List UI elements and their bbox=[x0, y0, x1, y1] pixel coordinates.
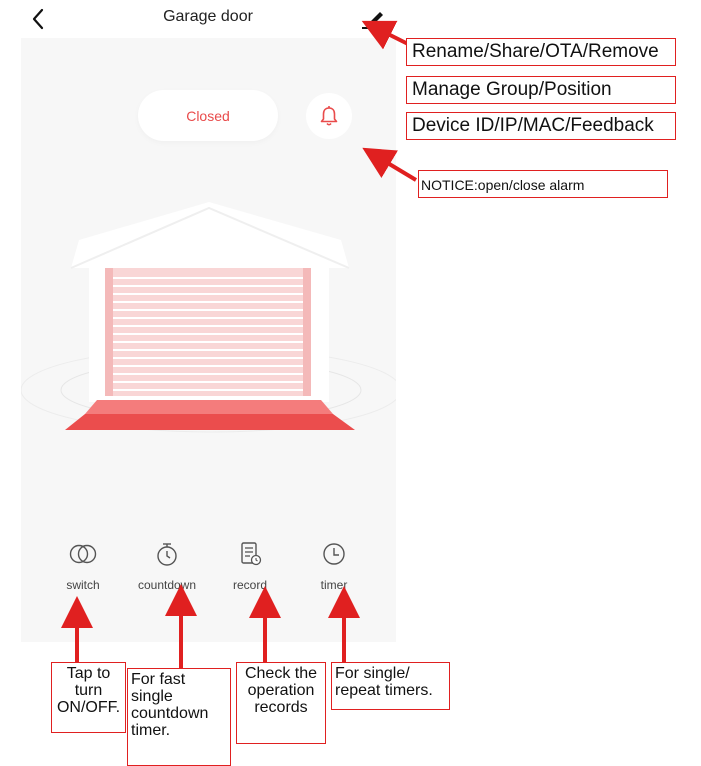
garage-door-illustration[interactable] bbox=[20, 190, 402, 450]
menu-note-rename: Rename/Share/OTA/Remove bbox=[406, 38, 676, 66]
alarm-button[interactable] bbox=[306, 93, 352, 139]
switch-note-line: Tap to bbox=[66, 665, 111, 682]
record-note-line: Check the bbox=[244, 665, 318, 682]
switch-control[interactable]: switch bbox=[43, 538, 123, 592]
bell-icon bbox=[320, 106, 338, 126]
page-title: Garage door bbox=[163, 8, 253, 25]
menu-note-device: Device ID/IP/MAC/Feedback bbox=[406, 112, 676, 140]
clock-icon bbox=[318, 538, 350, 570]
countdown-note-line: single bbox=[131, 688, 173, 705]
countdown-note-line: timer. bbox=[131, 722, 171, 739]
document-clock-icon bbox=[234, 538, 266, 570]
record-label: record bbox=[232, 578, 267, 592]
switch-note-line: turn bbox=[74, 682, 103, 699]
timer-note-line: repeat timers. bbox=[335, 682, 433, 699]
switch-circles-icon bbox=[67, 538, 99, 570]
switch-label: switch bbox=[66, 578, 100, 592]
countdown-note-line: countdown bbox=[131, 705, 209, 722]
record-note: Check the operation records bbox=[236, 662, 326, 744]
record-note-line: records bbox=[254, 699, 308, 716]
countdown-note: For fast single countdown timer. bbox=[127, 668, 231, 766]
stopwatch-icon bbox=[151, 538, 183, 570]
status-label: Closed bbox=[186, 107, 230, 124]
timer-note-line: For single/ bbox=[335, 665, 410, 682]
countdown-label: countdown bbox=[137, 578, 197, 592]
countdown-note-line: For fast bbox=[131, 671, 186, 688]
timer-note: For single/ repeat timers. bbox=[331, 662, 450, 710]
timer-label: timer bbox=[320, 578, 348, 592]
switch-note-line: ON/OFF. bbox=[56, 699, 121, 716]
menu-note-group: Manage Group/Position bbox=[406, 76, 676, 104]
switch-note: Tap to turn ON/OFF. bbox=[51, 662, 126, 733]
pencil-icon[interactable] bbox=[360, 6, 386, 32]
timer-control[interactable]: timer bbox=[294, 538, 374, 592]
record-note-line: operation bbox=[247, 682, 315, 699]
status-badge: Closed bbox=[138, 90, 278, 141]
record-control[interactable]: record bbox=[210, 538, 290, 592]
chevron-left-icon[interactable] bbox=[28, 6, 50, 32]
countdown-control[interactable]: countdown bbox=[127, 538, 207, 592]
notice-note: NOTICE:open/close alarm bbox=[418, 170, 668, 198]
